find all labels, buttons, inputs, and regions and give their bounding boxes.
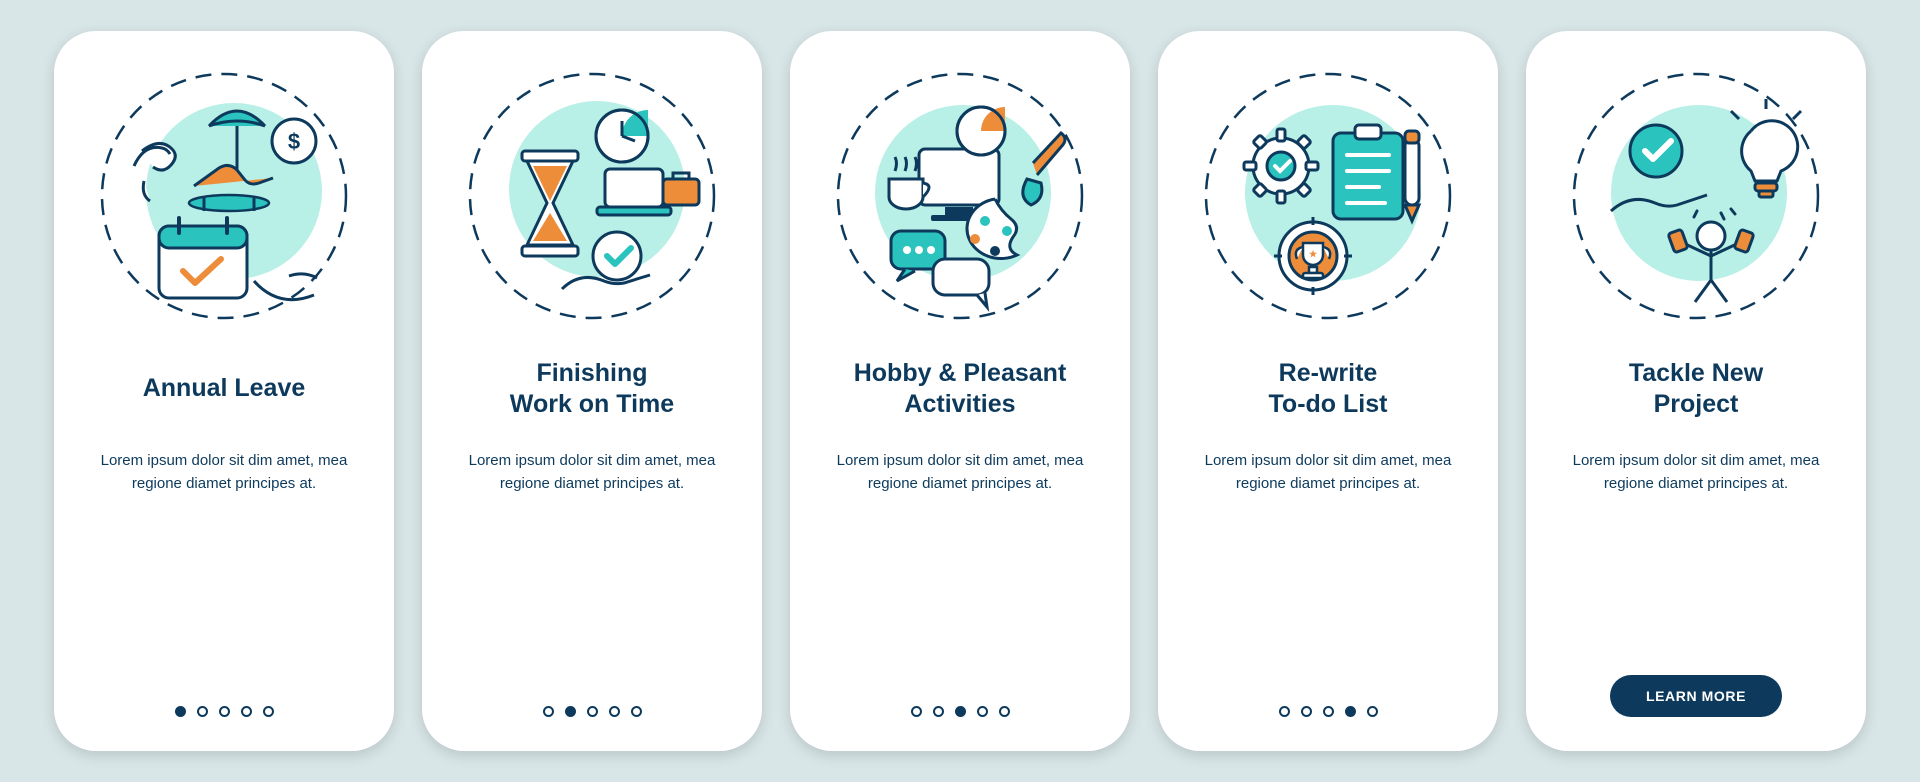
dot-5[interactable] xyxy=(631,706,642,717)
pagination-dots xyxy=(175,706,274,717)
dot-5[interactable] xyxy=(1367,706,1378,717)
pagination-dots xyxy=(543,706,642,717)
dot-3[interactable] xyxy=(955,706,966,717)
dot-3[interactable] xyxy=(219,706,230,717)
onboarding-card-3: Hobby & Pleasant Activities Lorem ipsum … xyxy=(790,31,1130,751)
learn-more-button[interactable]: LEARN MORE xyxy=(1610,675,1782,717)
pagination-dots xyxy=(911,706,1010,717)
onboarding-card-5: Tackle New Project Lorem ipsum dolor sit… xyxy=(1526,31,1866,751)
slide-title: Hobby & Pleasant Activities xyxy=(854,357,1067,421)
todo-list-icon: ★ xyxy=(1203,71,1453,321)
new-project-icon xyxy=(1571,71,1821,321)
slide-body: Lorem ipsum dolor sit dim amet, mea regi… xyxy=(835,449,1085,496)
slide-title: Re-write To-do List xyxy=(1269,357,1388,421)
dot-1[interactable] xyxy=(175,706,186,717)
dot-2[interactable] xyxy=(197,706,208,717)
onboarding-row: $ Annual Leave Lorem ipsum dolor sit dim… xyxy=(54,31,1866,751)
annual-leave-icon: $ xyxy=(99,71,349,321)
slide-title: Tackle New Project xyxy=(1629,357,1763,421)
dot-1[interactable] xyxy=(911,706,922,717)
dot-3[interactable] xyxy=(587,706,598,717)
onboarding-card-4: ★ Re-write To-do List Lorem ipsum dolor … xyxy=(1158,31,1498,751)
dot-4[interactable] xyxy=(609,706,620,717)
svg-text:★: ★ xyxy=(1309,249,1318,259)
dot-3[interactable] xyxy=(1323,706,1334,717)
dot-2[interactable] xyxy=(1301,706,1312,717)
dot-5[interactable] xyxy=(263,706,274,717)
slide-title: Finishing Work on Time xyxy=(510,357,674,421)
slide-body: Lorem ipsum dolor sit dim amet, mea regi… xyxy=(1203,449,1453,496)
finishing-work-icon xyxy=(467,71,717,321)
dot-4[interactable] xyxy=(1345,706,1356,717)
hobby-icon xyxy=(835,71,1085,321)
slide-body: Lorem ipsum dolor sit dim amet, mea regi… xyxy=(99,449,349,496)
dot-2[interactable] xyxy=(565,706,576,717)
dot-1[interactable] xyxy=(543,706,554,717)
dot-4[interactable] xyxy=(977,706,988,717)
slide-body: Lorem ipsum dolor sit dim amet, mea regi… xyxy=(467,449,717,496)
pagination-dots xyxy=(1279,706,1378,717)
slide-title: Annual Leave xyxy=(143,357,306,421)
slide-body: Lorem ipsum dolor sit dim amet, mea regi… xyxy=(1571,449,1821,496)
dot-2[interactable] xyxy=(933,706,944,717)
onboarding-card-1: $ Annual Leave Lorem ipsum dolor sit dim… xyxy=(54,31,394,751)
dot-5[interactable] xyxy=(999,706,1010,717)
svg-text:$: $ xyxy=(288,129,300,154)
dot-4[interactable] xyxy=(241,706,252,717)
dot-1[interactable] xyxy=(1279,706,1290,717)
onboarding-card-2: Finishing Work on Time Lorem ipsum dolor… xyxy=(422,31,762,751)
